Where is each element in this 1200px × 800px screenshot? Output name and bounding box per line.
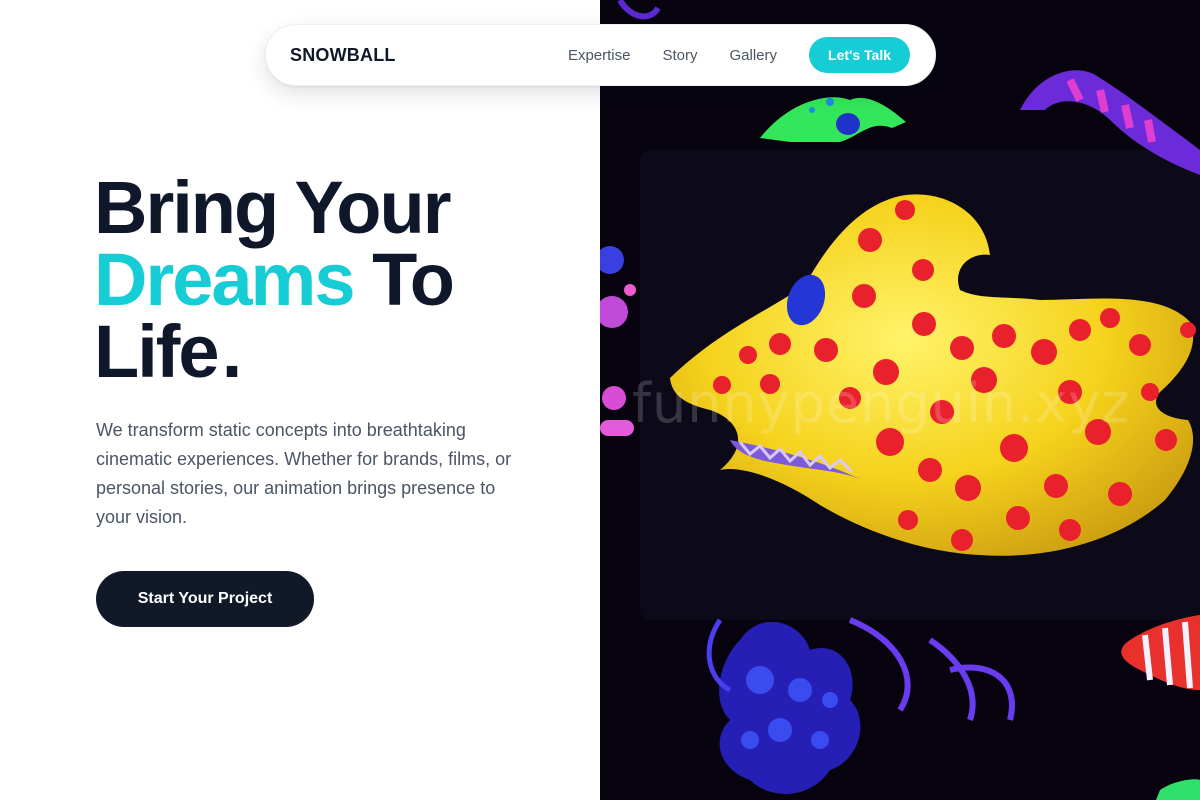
nav-link-expertise[interactable]: Expertise	[568, 47, 631, 64]
hero-subtitle: We transform static concepts into breath…	[96, 420, 512, 527]
hero-headline: Bring Your Dreams To Life .	[94, 171, 574, 389]
headline-line2-rest: To	[353, 238, 455, 321]
nav-links: Expertise Story Gallery Let's Talk	[568, 37, 910, 73]
headline-line1: Bring Your	[94, 166, 451, 249]
headline-accent: Dreams	[94, 238, 356, 321]
headline-line3: Life	[94, 310, 220, 393]
start-project-button[interactable]: Start Your Project	[96, 571, 314, 627]
headline-dot: .	[221, 310, 243, 393]
lets-talk-button[interactable]: Let's Talk	[809, 37, 910, 73]
brand-logo[interactable]: SNOWBALL	[290, 45, 396, 66]
creature-artwork	[600, 0, 1200, 800]
hero-image: funnypenguin.xyz	[600, 0, 1200, 800]
navbar: SNOWBALL Expertise Story Gallery Let's T…	[265, 24, 936, 86]
nav-link-story[interactable]: Story	[662, 47, 697, 64]
nav-link-gallery[interactable]: Gallery	[730, 47, 778, 64]
